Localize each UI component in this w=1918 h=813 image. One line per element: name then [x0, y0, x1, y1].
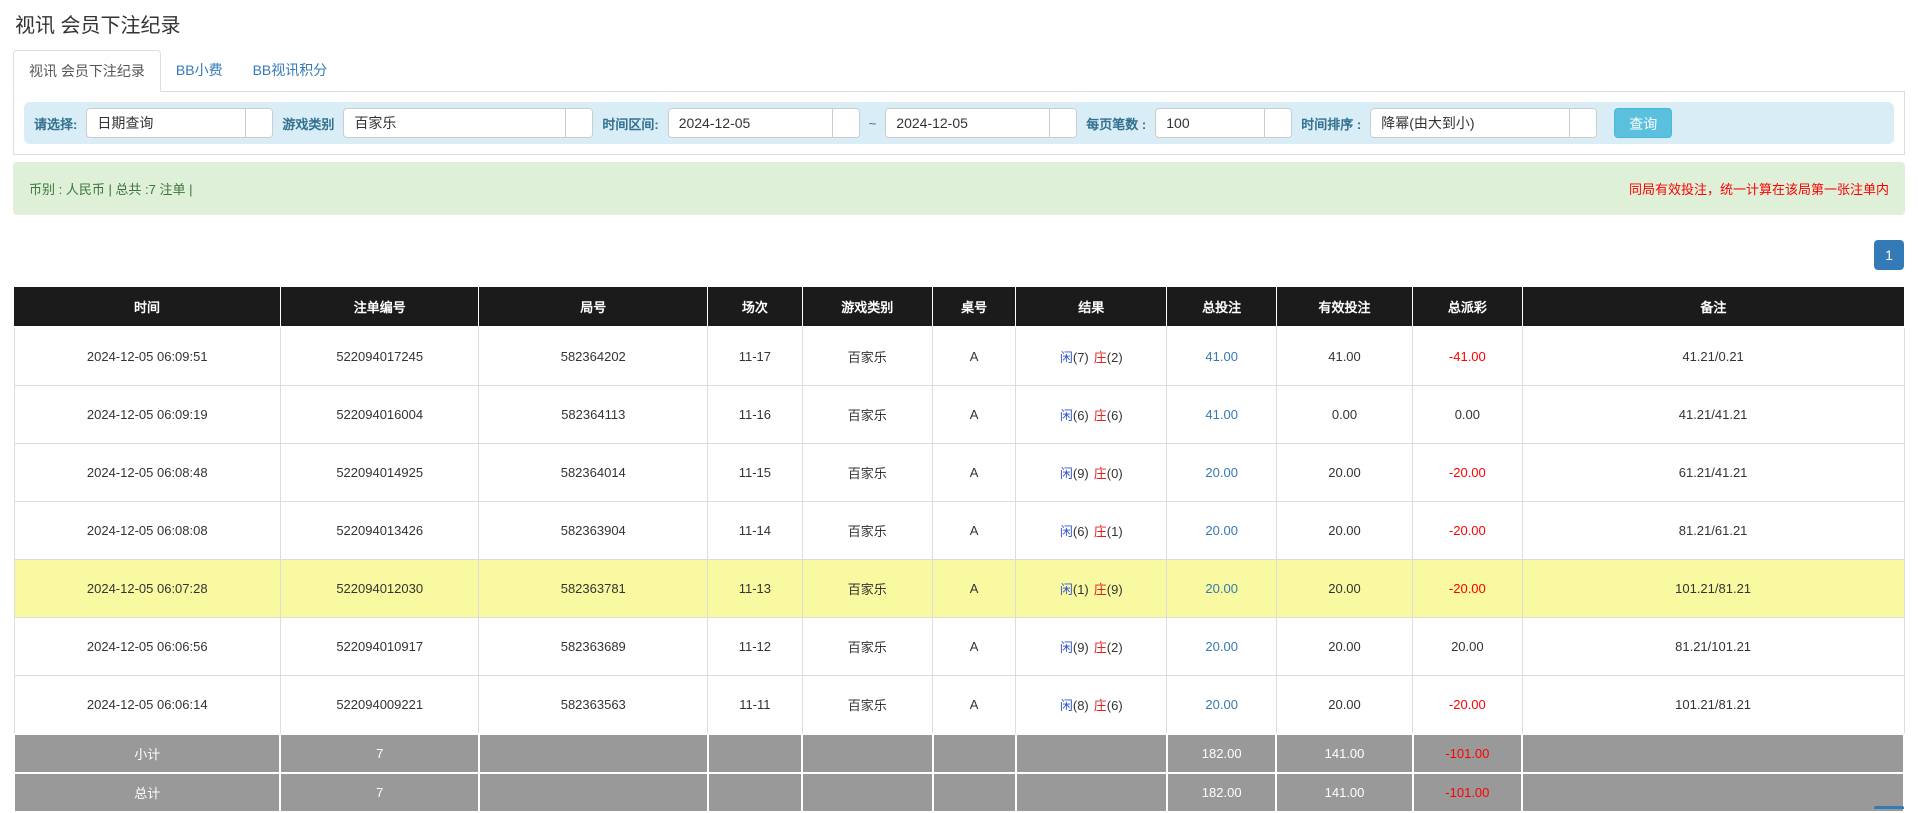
result-cell: 闲(9)庄(0): [1016, 444, 1167, 502]
total-bet-link[interactable]: 20.00: [1205, 639, 1238, 654]
query-type-label: 请选择:: [34, 114, 77, 133]
total-row: 总计 7 182.00 141.00 -101.00: [14, 773, 1904, 812]
payout-value: -101.00: [1445, 746, 1489, 761]
col-table-no: 桌号: [933, 287, 1016, 327]
summary-bar: 币别 : 人民币 | 总共 :7 注单 | 同局有效投注，统一计算在该局第一张注…: [13, 162, 1905, 215]
filter-bar: 请选择: 日期查询 游戏类别 百家乐 时间区间: 2024-12-05 ~ 20…: [24, 102, 1894, 144]
banker-label: 庄: [1094, 640, 1107, 655]
search-button[interactable]: 查询: [1614, 108, 1672, 138]
bet-records-table: 时间 注单编号 局号 场次 游戏类别 桌号 结果 总投注 有效投注 总派彩 备注…: [13, 287, 1905, 813]
tab-bar: 视讯 会员下注纪录 BB小费 BB视讯积分: [13, 50, 1905, 92]
payout-value: -20.00: [1449, 465, 1486, 480]
payout-value: 0.00: [1455, 407, 1480, 422]
player-label: 闲: [1060, 466, 1073, 481]
total-bet-link[interactable]: 41.00: [1205, 349, 1238, 364]
total-bet-link[interactable]: 20.00: [1205, 697, 1238, 712]
date-to-input[interactable]: 2024-12-05: [885, 108, 1077, 138]
table-row: 2024-12-05 06:09:19 522094016004 5823641…: [14, 386, 1904, 444]
col-round-id: 局号: [479, 287, 708, 327]
col-result: 结果: [1016, 287, 1167, 327]
banker-label: 庄: [1094, 408, 1107, 423]
banker-label: 庄: [1094, 524, 1107, 539]
payout-value: -20.00: [1449, 697, 1486, 712]
result-cell: 闲(6)庄(6): [1016, 386, 1167, 444]
valid-bet-notice: 同局有效投注，统一计算在该局第一张注单内: [1629, 179, 1889, 198]
payout-value: -41.00: [1449, 349, 1486, 364]
per-page-label: 每页笔数 :: [1086, 114, 1146, 133]
page-title: 视讯 会员下注纪录: [15, 9, 1905, 38]
result-cell: 闲(6)庄(1): [1016, 502, 1167, 560]
query-type-value: 日期查询: [87, 113, 245, 133]
total-bet-link[interactable]: 20.00: [1205, 465, 1238, 480]
game-type-label: 游戏类别: [282, 114, 334, 133]
tab-bb-video-points[interactable]: BB视讯积分: [238, 50, 343, 91]
date-to-value: 2024-12-05: [886, 115, 1049, 131]
filter-panel: 请选择: 日期查询 游戏类别 百家乐 时间区间: 2024-12-05 ~ 20…: [13, 92, 1905, 155]
player-label: 闲: [1060, 350, 1073, 365]
dropdown-arrow-area: [245, 109, 272, 137]
date-from-input[interactable]: 2024-12-05: [668, 108, 860, 138]
dropdown-arrow-area: [565, 109, 592, 137]
col-session: 场次: [708, 287, 803, 327]
result-cell: 闲(7)庄(2): [1016, 327, 1167, 386]
payout-value: -20.00: [1449, 523, 1486, 538]
game-type-select[interactable]: 百家乐: [343, 108, 593, 138]
dropdown-arrow-area: [1569, 109, 1596, 137]
payout-value: -101.00: [1445, 785, 1489, 800]
total-bet-link[interactable]: 20.00: [1205, 581, 1238, 596]
col-total-bet: 总投注: [1167, 287, 1277, 327]
query-type-select[interactable]: 日期查询: [86, 108, 273, 138]
player-label: 闲: [1060, 524, 1073, 539]
subtotal-row: 小计 7 182.00 141.00 -101.00: [14, 734, 1904, 773]
banker-label: 庄: [1094, 466, 1107, 481]
total-bet-link[interactable]: 41.00: [1205, 407, 1238, 422]
per-page-value: 100: [1156, 115, 1264, 131]
result-cell: 闲(8)庄(6): [1016, 676, 1167, 735]
col-bet-id: 注单编号: [280, 287, 478, 327]
currency-summary-text: 币别 : 人民币 | 总共 :7 注单 |: [29, 179, 193, 198]
col-game-type: 游戏类别: [802, 287, 932, 327]
payout-value: 20.00: [1451, 639, 1484, 654]
table-row: 2024-12-05 06:09:51 522094017245 5823642…: [14, 327, 1904, 386]
player-label: 闲: [1060, 582, 1073, 597]
time-range-label: 时间区间:: [602, 114, 658, 133]
payout-value: -20.00: [1449, 581, 1486, 596]
player-label: 闲: [1060, 698, 1073, 713]
page-1-button-bottom-cutoff[interactable]: [1874, 806, 1904, 809]
tab-video-bet-records[interactable]: 视讯 会员下注纪录: [13, 50, 161, 92]
table-row: 2024-12-05 06:08:48 522094014925 5823640…: [14, 444, 1904, 502]
result-cell: 闲(9)庄(2): [1016, 618, 1167, 676]
table-row: 2024-12-05 06:06:56 522094010917 5823636…: [14, 618, 1904, 676]
banker-label: 庄: [1094, 582, 1107, 597]
pagination: 1: [13, 240, 1904, 270]
range-separator: ~: [869, 116, 877, 131]
time-sort-value: 降幂(由大到小): [1371, 113, 1569, 133]
result-cell: 闲(1)庄(9): [1016, 560, 1167, 618]
banker-label: 庄: [1094, 350, 1107, 365]
dropdown-arrow-area: [832, 109, 859, 137]
table-header-row: 时间 注单编号 局号 场次 游戏类别 桌号 结果 总投注 有效投注 总派彩 备注: [14, 287, 1904, 327]
dropdown-arrow-area: [1264, 109, 1291, 137]
player-label: 闲: [1060, 408, 1073, 423]
page-1-button[interactable]: 1: [1874, 240, 1904, 270]
banker-label: 庄: [1094, 698, 1107, 713]
table-row: 2024-12-05 06:08:08 522094013426 5823639…: [14, 502, 1904, 560]
total-bet-link[interactable]: 20.00: [1205, 523, 1238, 538]
col-time: 时间: [14, 287, 280, 327]
time-sort-label: 时间排序 :: [1301, 114, 1361, 133]
player-label: 闲: [1060, 640, 1073, 655]
time-sort-select[interactable]: 降幂(由大到小): [1370, 108, 1597, 138]
col-payout: 总派彩: [1413, 287, 1523, 327]
tab-bb-tip[interactable]: BB小费: [161, 50, 238, 91]
col-remark: 备注: [1522, 287, 1904, 327]
table-row: 2024-12-05 06:06:14 522094009221 5823635…: [14, 676, 1904, 735]
col-valid-bet: 有效投注: [1276, 287, 1412, 327]
table-row-highlighted: 2024-12-05 06:07:28 522094012030 5823637…: [14, 560, 1904, 618]
dropdown-arrow-area: [1049, 109, 1076, 137]
date-from-value: 2024-12-05: [669, 115, 832, 131]
game-type-value: 百家乐: [344, 113, 565, 133]
per-page-input[interactable]: 100: [1155, 108, 1292, 138]
